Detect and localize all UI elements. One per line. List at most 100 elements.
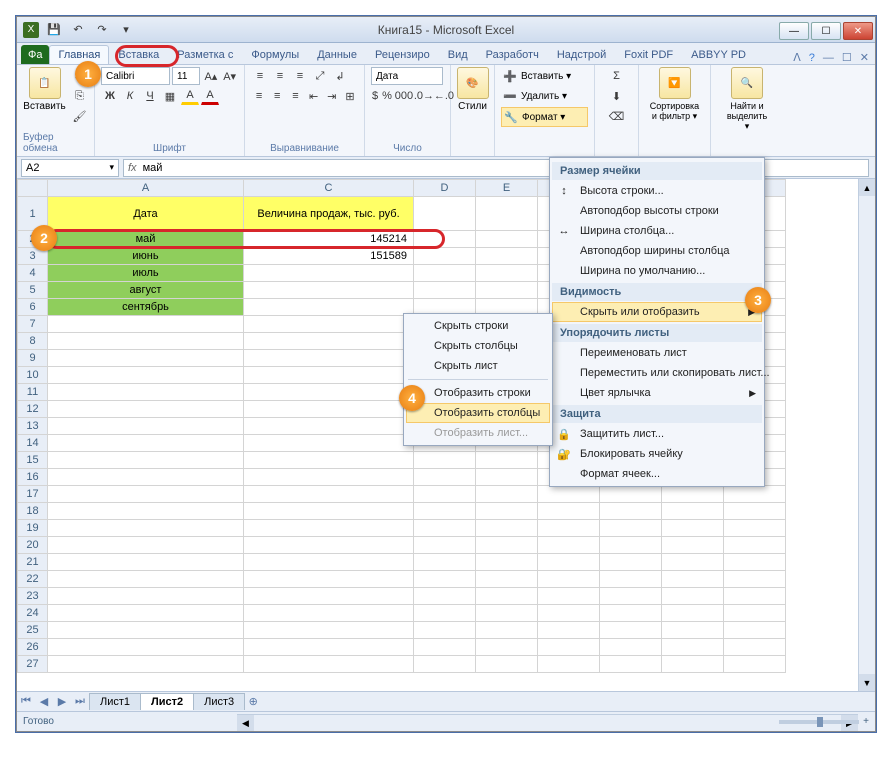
cell[interactable] [538, 554, 600, 571]
tab-data[interactable]: Данные [308, 45, 366, 64]
cell[interactable]: Величина продаж, тыс. руб. [244, 197, 414, 231]
cell[interactable] [414, 452, 476, 469]
cell[interactable] [244, 265, 414, 282]
cell[interactable] [48, 656, 244, 673]
cell[interactable] [724, 639, 786, 656]
cell[interactable] [538, 503, 600, 520]
cell[interactable] [244, 503, 414, 520]
minimize-button[interactable]: — [779, 22, 809, 40]
row-header[interactable]: 22 [18, 571, 48, 588]
cell[interactable] [48, 401, 244, 418]
orientation-icon[interactable]: ⤢ [311, 67, 329, 85]
cell[interactable] [476, 622, 538, 639]
currency-icon[interactable]: $ [371, 87, 379, 105]
cell[interactable] [244, 435, 414, 452]
cell[interactable] [538, 622, 600, 639]
align-left-icon[interactable]: ≡ [251, 87, 267, 105]
col-header[interactable]: E [476, 180, 538, 197]
vertical-scrollbar[interactable]: ▲ ▼ [858, 179, 875, 691]
row-header[interactable]: 24 [18, 605, 48, 622]
cell[interactable] [244, 622, 414, 639]
sheet-nav-last-icon[interactable]: ⏭ [71, 693, 89, 711]
cell[interactable] [48, 571, 244, 588]
paste-button[interactable]: 📋 Вставить [23, 67, 67, 112]
sheet-nav-next-icon[interactable]: ▶ [53, 693, 71, 711]
cell[interactable] [48, 384, 244, 401]
cell[interactable] [662, 486, 724, 503]
cell[interactable] [476, 554, 538, 571]
cell[interactable] [414, 197, 476, 231]
tab-developer[interactable]: Разработч [477, 45, 548, 64]
cell[interactable] [244, 316, 414, 333]
cell[interactable] [48, 316, 244, 333]
menu-tab-color[interactable]: Цвет ярлычка▶ [552, 383, 762, 403]
doc-max-icon[interactable]: ☐ [842, 51, 852, 64]
cell[interactable] [244, 656, 414, 673]
cell[interactable] [600, 605, 662, 622]
cell[interactable] [244, 520, 414, 537]
sheet-nav-first-icon[interactable]: ⏮ [17, 693, 35, 711]
cell[interactable] [414, 469, 476, 486]
number-format-select[interactable]: Дата [371, 67, 443, 85]
menu-hide-unhide[interactable]: Скрыть или отобразить▶ [552, 302, 762, 322]
cell[interactable] [244, 299, 414, 316]
cell[interactable] [414, 537, 476, 554]
cell[interactable] [476, 537, 538, 554]
cell[interactable] [600, 622, 662, 639]
cell[interactable]: май [48, 231, 244, 248]
zoom-slider[interactable] [779, 720, 859, 724]
fill-color-icon[interactable]: A [181, 87, 199, 105]
align-mid-icon[interactable]: ≡ [271, 67, 289, 85]
sheet-nav-prev-icon[interactable]: ◀ [35, 693, 53, 711]
indent-inc-icon[interactable]: ⇥ [324, 87, 340, 105]
cell[interactable] [414, 588, 476, 605]
row-header[interactable]: 12 [18, 401, 48, 418]
tab-view[interactable]: Вид [439, 45, 477, 64]
decrease-font-icon[interactable]: A▾ [221, 67, 238, 85]
menu-autofit-row[interactable]: Автоподбор высоты строки [552, 201, 762, 221]
cell[interactable] [414, 503, 476, 520]
indent-dec-icon[interactable]: ⇤ [306, 87, 322, 105]
underline-icon[interactable]: Ч [141, 87, 159, 105]
cell[interactable] [662, 571, 724, 588]
cell[interactable] [414, 282, 476, 299]
cell[interactable] [48, 350, 244, 367]
cell[interactable] [244, 350, 414, 367]
help-icon[interactable]: ? [809, 52, 815, 64]
cell[interactable] [538, 571, 600, 588]
row-header[interactable]: 26 [18, 639, 48, 656]
tab-home[interactable]: Главная [49, 45, 109, 64]
scroll-up-icon[interactable]: ▲ [859, 179, 875, 196]
ribbon-minimize-icon[interactable]: ᐱ [793, 51, 801, 64]
fill-icon[interactable]: ⬇ [608, 87, 626, 105]
row-header[interactable]: 9 [18, 350, 48, 367]
cell[interactable] [662, 520, 724, 537]
cell[interactable]: сентябрь [48, 299, 244, 316]
cell[interactable] [724, 486, 786, 503]
qat-redo-icon[interactable]: ↷ [93, 21, 111, 39]
row-header[interactable]: 8 [18, 333, 48, 350]
row-header[interactable]: 23 [18, 588, 48, 605]
horizontal-scrollbar[interactable]: ◀ ▶ [237, 714, 858, 731]
cell[interactable] [414, 265, 476, 282]
new-sheet-icon[interactable]: ⊕ [244, 693, 262, 711]
cell[interactable] [244, 605, 414, 622]
cell[interactable] [476, 588, 538, 605]
cell[interactable] [662, 588, 724, 605]
wrap-text-icon[interactable]: ↲ [331, 67, 349, 85]
cells-insert-button[interactable]: ➕Вставить ▾ [501, 67, 588, 85]
cell[interactable] [600, 520, 662, 537]
cell[interactable] [414, 248, 476, 265]
cell[interactable] [476, 503, 538, 520]
autosum-icon[interactable]: Σ [608, 67, 626, 85]
cell[interactable] [48, 418, 244, 435]
row-header[interactable]: 18 [18, 503, 48, 520]
row-header[interactable]: 15 [18, 452, 48, 469]
row-header[interactable]: 6 [18, 299, 48, 316]
cell[interactable] [48, 554, 244, 571]
cell[interactable] [538, 520, 600, 537]
cell[interactable] [538, 656, 600, 673]
cell[interactable] [724, 588, 786, 605]
italic-icon[interactable]: К [121, 87, 139, 105]
row-header[interactable]: 7 [18, 316, 48, 333]
